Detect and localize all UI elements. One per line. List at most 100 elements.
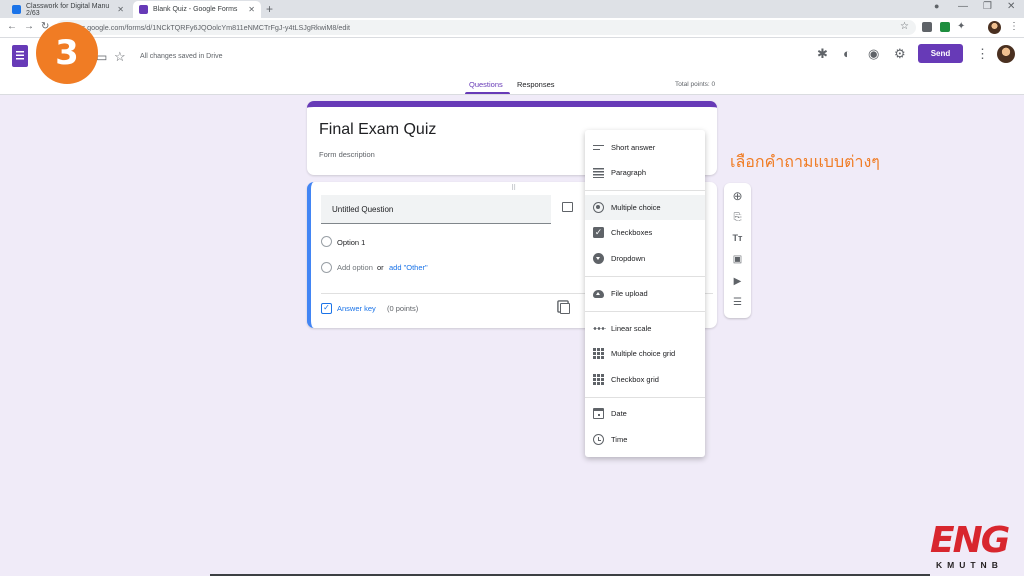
step-number-badge: 3 xyxy=(36,22,98,84)
add-image-icon[interactable] xyxy=(562,202,573,212)
menu-item-label: Multiple choice xyxy=(611,203,661,212)
close-window-icon[interactable]: ✕ xyxy=(1007,1,1015,12)
import-questions-icon[interactable]: ⎘ xyxy=(731,211,744,224)
checkbox-icon: ✓ xyxy=(593,227,604,238)
browser-tab-title: Blank Quiz - Google Forms xyxy=(153,6,238,13)
close-tab-icon[interactable]: ✕ xyxy=(248,5,255,14)
palette-icon[interactable]: ◐ xyxy=(843,46,851,61)
add-option-link[interactable]: Add option xyxy=(337,263,373,272)
preview-eye-icon[interactable]: ◉ xyxy=(868,46,879,62)
browser-tab-forms[interactable]: Blank Quiz - Google Forms ✕ xyxy=(133,1,261,18)
add-title-icon[interactable]: Tт xyxy=(731,232,744,245)
radio-icon xyxy=(593,202,604,213)
minimize-icon[interactable]: — xyxy=(958,1,968,12)
short-answer-icon xyxy=(593,142,604,153)
menu-divider xyxy=(585,276,705,277)
addons-icon[interactable]: ✱ xyxy=(817,46,828,62)
tab-questions[interactable]: Questions xyxy=(469,80,503,89)
star-icon[interactable]: ☆ xyxy=(114,49,126,65)
clock-icon xyxy=(593,434,604,445)
more-options-icon[interactable]: ⋮ xyxy=(976,46,989,62)
question-title-input[interactable]: Untitled Question xyxy=(321,195,551,224)
menu-item-multiple-choice-grid[interactable]: Multiple choice grid xyxy=(585,341,705,366)
browser-tab-strip: Classwork for Digital Manu 2/63 ✕ Blank … xyxy=(0,0,1024,18)
menu-item-label: Multiple choice grid xyxy=(611,349,676,358)
google-forms-logo-icon[interactable] xyxy=(12,45,28,67)
menu-item-label: Time xyxy=(611,435,628,444)
menu-divider xyxy=(585,397,705,398)
menu-item-paragraph[interactable]: Paragraph xyxy=(585,160,705,185)
menu-item-label: Checkbox grid xyxy=(611,375,659,384)
option-1-label[interactable]: Option 1 xyxy=(337,238,365,247)
menu-item-dropdown[interactable]: Dropdown xyxy=(585,246,705,271)
radio-icon xyxy=(321,236,332,247)
url-input[interactable]: docs.google.com/forms/d/1NCkTQRFy6JQOolc… xyxy=(56,20,916,35)
extension-icon[interactable] xyxy=(940,22,950,32)
avatar[interactable] xyxy=(988,21,1001,34)
answer-key-button[interactable]: Answer key xyxy=(337,304,376,313)
kmutnb-logo-text: KMUTNB xyxy=(936,560,1003,570)
or-text: or xyxy=(377,263,384,272)
bookmark-star-icon[interactable]: ☆ xyxy=(900,21,909,32)
points-label: (0 points) xyxy=(387,304,419,313)
tab-responses[interactable]: Responses xyxy=(517,80,555,89)
address-bar-row: ← → ↻ docs.google.com/forms/d/1NCkTQRFy6… xyxy=(0,18,1024,38)
send-button[interactable]: Send xyxy=(918,44,963,63)
form-description-field[interactable]: Form description xyxy=(319,150,375,159)
cloud-upload-icon xyxy=(593,290,604,298)
menu-kebab-icon[interactable]: ⋮ xyxy=(1009,21,1019,32)
total-points: Total points: 0 xyxy=(675,81,716,88)
drag-handle-icon[interactable]: ⠿ xyxy=(511,184,517,192)
grid-icon xyxy=(593,374,604,385)
menu-divider xyxy=(585,190,705,191)
menu-item-label: Paragraph xyxy=(611,168,647,177)
floating-toolbar: ⊕ ⎘ Tт ▣ ▶ ☰ xyxy=(724,183,751,318)
add-video-icon[interactable]: ▶ xyxy=(731,275,744,288)
menu-item-label: Linear scale xyxy=(611,324,652,333)
menu-item-label: Checkboxes xyxy=(611,228,653,237)
menu-item-linear-scale[interactable]: Linear scale xyxy=(585,316,705,341)
puzzle-extensions-icon[interactable]: ✦ xyxy=(957,21,965,32)
menu-item-multiple-choice[interactable]: Multiple choice xyxy=(585,195,705,220)
menu-item-label: Short answer xyxy=(611,143,656,152)
linear-scale-icon xyxy=(593,327,606,330)
forward-arrow-icon[interactable]: → xyxy=(24,21,34,32)
new-tab-icon[interactable]: + xyxy=(266,2,273,16)
radio-icon xyxy=(321,262,332,273)
browser-tab-classwork[interactable]: Classwork for Digital Manu 2/63 ✕ xyxy=(6,1,130,18)
add-question-icon[interactable]: ⊕ xyxy=(731,190,744,203)
add-other-link[interactable]: add "Other" xyxy=(389,263,428,272)
forms-header: ▭ ☆ All changes saved in Drive ✱ ◐ ◉ ⚙ S… xyxy=(0,38,1024,95)
avatar[interactable] xyxy=(997,45,1015,63)
grid-icon xyxy=(593,348,604,359)
classroom-favicon-icon xyxy=(12,5,21,14)
restore-icon[interactable]: ❐ xyxy=(983,1,992,12)
menu-item-checkbox-grid[interactable]: Checkbox grid xyxy=(585,367,705,392)
add-section-icon[interactable]: ☰ xyxy=(731,296,744,309)
menu-item-short-answer[interactable]: Short answer xyxy=(585,135,705,160)
settings-gear-icon[interactable]: ⚙ xyxy=(894,46,906,62)
profile-dot-icon[interactable]: ● xyxy=(934,1,939,11)
menu-item-date[interactable]: Date xyxy=(585,401,705,426)
question-title-text: Untitled Question xyxy=(332,205,394,214)
duplicate-icon[interactable] xyxy=(560,303,570,314)
dropdown-icon xyxy=(593,253,604,264)
eng-logo: ENG xyxy=(930,520,1010,561)
menu-item-file-upload[interactable]: File upload xyxy=(585,281,705,306)
menu-item-label: File upload xyxy=(611,289,648,298)
answer-key-check-icon[interactable]: ✓ xyxy=(321,303,332,314)
save-status: All changes saved in Drive xyxy=(140,53,223,60)
menu-item-checkboxes[interactable]: ✓ Checkboxes xyxy=(585,220,705,245)
menu-item-label: Date xyxy=(611,409,627,418)
forms-favicon-icon xyxy=(139,5,148,14)
url-text: docs.google.com/forms/d/1NCkTQRFy6JQOolc… xyxy=(70,23,350,32)
add-image-icon[interactable]: ▣ xyxy=(731,253,744,266)
menu-item-time[interactable]: Time xyxy=(585,427,705,452)
annotation-text: เลือกคำถามแบบต่างๆ xyxy=(730,152,880,171)
close-tab-icon[interactable]: ✕ xyxy=(117,5,124,14)
extension-icon[interactable] xyxy=(922,22,932,32)
menu-item-label: Dropdown xyxy=(611,254,646,263)
tab-selected-indicator xyxy=(465,92,510,94)
back-arrow-icon[interactable]: ← xyxy=(7,21,17,32)
form-title[interactable]: Final Exam Quiz xyxy=(319,121,436,139)
